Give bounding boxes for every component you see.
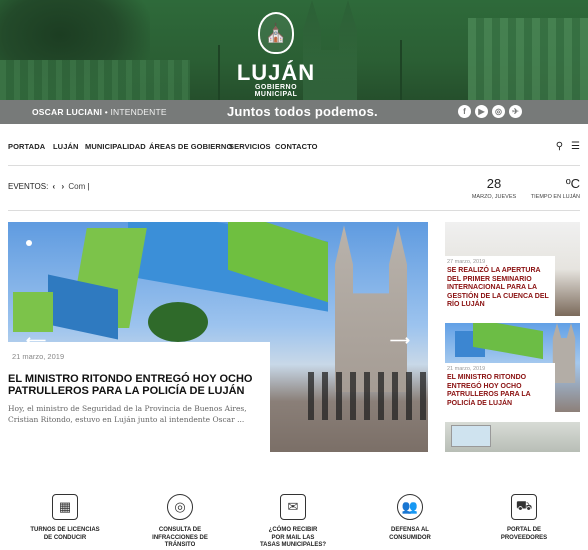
- mail-icon: ✉: [280, 494, 306, 520]
- quick-link-label: DEFENSA AL CONSUMIDOR: [370, 527, 450, 542]
- side-news-caption: 21 marzo, 2019 EL MINISTRO RITONDO ENTRE…: [445, 363, 555, 412]
- quick-link-consumidor[interactable]: 👥 DEFENSA AL CONSUMIDOR: [370, 494, 450, 542]
- mayor-name: OSCAR LUCIANI: [32, 107, 103, 117]
- tree-image: [148, 302, 208, 342]
- main-nav: PORTADA LUJÁN MUNICIPALIDAD ÁREAS DE GOB…: [8, 141, 580, 156]
- label-line: DEFENSA AL: [391, 527, 429, 533]
- date-widget: 28 MARZO, JUEVES: [466, 176, 522, 200]
- slider-dot-icon[interactable]: [26, 240, 32, 246]
- quick-link-proveedores[interactable]: ⛟ PORTAL DE PROVEEDORES: [484, 494, 564, 542]
- quick-link-label: TURNOS DE LICENCIAS DE CONDUCIR: [25, 527, 105, 542]
- label-line: PROVEEDORES: [500, 534, 548, 541]
- quick-link-label: ¿CÓMO RECIBIR POR MAIL LAS TASAS MUNICIP…: [253, 527, 333, 550]
- quick-link-label: CONSULTA DE INFRACCIONES DE TRÁNSITO: [140, 527, 220, 550]
- nav-item-portada[interactable]: PORTADA: [8, 142, 45, 151]
- side-news-date: 27 marzo, 2019: [447, 259, 486, 265]
- label-line: PORTAL DE: [506, 527, 542, 533]
- label-line: TURNOS DE LICENCIAS: [30, 527, 100, 533]
- eventos-prev-icon[interactable]: ‹: [53, 182, 56, 191]
- nav-item-servicios[interactable]: SERVICIOS: [229, 142, 271, 151]
- label-line: CONSULTA DE: [158, 527, 202, 533]
- featured-excerpt: Hoy, el ministro de Seguridad de la Prov…: [8, 404, 247, 424]
- label-line: DE CONDUCIR: [43, 534, 87, 541]
- featured-caption: 21 marzo, 2019 EL MINISTRO RITONDO ENTRE…: [8, 342, 270, 452]
- side-news-date: 21 marzo, 2019: [447, 366, 486, 372]
- logo-subtitle: GOBIERNO MUNICIPAL: [254, 84, 298, 98]
- license-calendar-icon: ▦: [52, 494, 78, 520]
- projector-screen-image: [451, 425, 491, 447]
- eventos-label: EVENTOS:: [8, 182, 49, 191]
- social-links: f ▶ ◎ ✈: [458, 105, 522, 118]
- date-label: MARZO, JUEVES: [471, 194, 517, 200]
- officers-image: [308, 372, 428, 420]
- nav-item-municipalidad[interactable]: MUNICIPALIDAD: [85, 142, 146, 151]
- nav-item-areas[interactable]: ÁREAS DE GOBIERNO: [149, 142, 232, 151]
- municipal-logo[interactable]: ⛪ LUJÁN GOBIERNO MUNICIPAL: [236, 12, 316, 98]
- info-strip: OSCAR LUCIANI • INTENDENTE Juntos todos …: [0, 100, 588, 124]
- quick-link-label: PORTAL DE PROVEEDORES: [484, 527, 564, 542]
- flag-image: [13, 292, 53, 332]
- label-line: TASAS MUNICIPALES?: [259, 542, 327, 548]
- nav-item-lujan[interactable]: LUJÁN: [53, 142, 79, 151]
- instagram-icon[interactable]: ◎: [492, 105, 505, 118]
- hand-truck-icon: ⛟: [511, 494, 537, 520]
- quick-link-infracciones[interactable]: ◎ CONSULTA DE INFRACCIONES DE TRÁNSITO: [140, 494, 220, 550]
- weather-widget: ºC TIEMPO EN LUJÁN: [524, 176, 580, 200]
- label-line: TRÁNSITO: [164, 542, 196, 548]
- label-line: INFRACCIONES DE: [152, 534, 208, 541]
- weather-label: TIEMPO EN LUJÁN: [530, 194, 580, 200]
- label-line: CONSUMIDOR: [389, 534, 431, 541]
- banner-building-left: [0, 60, 190, 100]
- featured-date: 21 marzo, 2019: [12, 352, 65, 361]
- side-news-item[interactable]: [445, 422, 580, 452]
- divider: [8, 210, 580, 211]
- side-news-item[interactable]: 21 marzo, 2019 EL MINISTRO RITONDO ENTRE…: [445, 323, 580, 412]
- shield-icon: ⛪: [258, 12, 294, 54]
- youtube-icon[interactable]: ▶: [475, 105, 488, 118]
- nav-icons: ⚲ ☰: [556, 141, 580, 152]
- steering-wheel-icon: ◎: [167, 494, 193, 520]
- slogan: Juntos todos podemos.: [227, 104, 378, 119]
- featured-article[interactable]: ⟵ ⟶ 21 marzo, 2019 EL MINISTRO RITONDO E…: [8, 222, 428, 452]
- banner-lamp: [400, 40, 402, 100]
- label-line: ¿CÓMO RECIBIR: [268, 527, 318, 533]
- slider-next-icon[interactable]: ⟶: [390, 332, 410, 349]
- mayor-role: INTENDENTE: [110, 107, 167, 117]
- banner-building-right: [468, 18, 588, 100]
- cathedral-image: [335, 225, 407, 392]
- eventos-next-icon[interactable]: ›: [61, 182, 64, 191]
- featured-title[interactable]: EL MINISTRO RITONDO ENTREGÓ HOY OCHO PAT…: [8, 373, 266, 397]
- side-news-caption: 27 marzo, 2019 SE REALIZÓ LA APERTURA DE…: [445, 256, 555, 316]
- facebook-icon[interactable]: f: [458, 105, 471, 118]
- telegram-icon[interactable]: ✈: [509, 105, 522, 118]
- eventos-ticker: EVENTOS: ‹ › Com |: [8, 182, 90, 191]
- date-day: 28: [486, 176, 502, 191]
- side-news-title[interactable]: EL MINISTRO RITONDO ENTREGÓ HOY OCHO PAT…: [447, 374, 555, 408]
- label-line: POR MAIL LAS: [271, 534, 315, 541]
- weather-value: ºC: [565, 176, 580, 191]
- search-icon[interactable]: ⚲: [556, 141, 563, 152]
- hamburger-menu-icon[interactable]: ☰: [571, 141, 580, 152]
- nav-item-contacto[interactable]: CONTACTO: [275, 142, 318, 151]
- quick-link-tasas[interactable]: ✉ ¿CÓMO RECIBIR POR MAIL LAS TASAS MUNIC…: [253, 494, 333, 550]
- side-news-title[interactable]: SE REALIZÓ LA APERTURA DEL PRIMER SEMINA…: [447, 267, 555, 310]
- mayor-line: OSCAR LUCIANI • INTENDENTE: [32, 107, 167, 117]
- eventos-text[interactable]: Com: [68, 182, 85, 191]
- divider: [8, 165, 580, 166]
- eventos-cursor: |: [87, 182, 90, 191]
- presentation-image: [445, 422, 580, 452]
- header-banner: ⛪ LUJÁN GOBIERNO MUNICIPAL: [0, 0, 588, 100]
- banner-lamp: [218, 45, 220, 100]
- logo-name: LUJÁN: [236, 60, 316, 85]
- quick-link-licencias[interactable]: ▦ TURNOS DE LICENCIAS DE CONDUCIR: [25, 494, 105, 542]
- people-group-icon: 👥: [397, 494, 423, 520]
- side-news-item[interactable]: 27 marzo, 2019 SE REALIZÓ LA APERTURA DE…: [445, 222, 580, 316]
